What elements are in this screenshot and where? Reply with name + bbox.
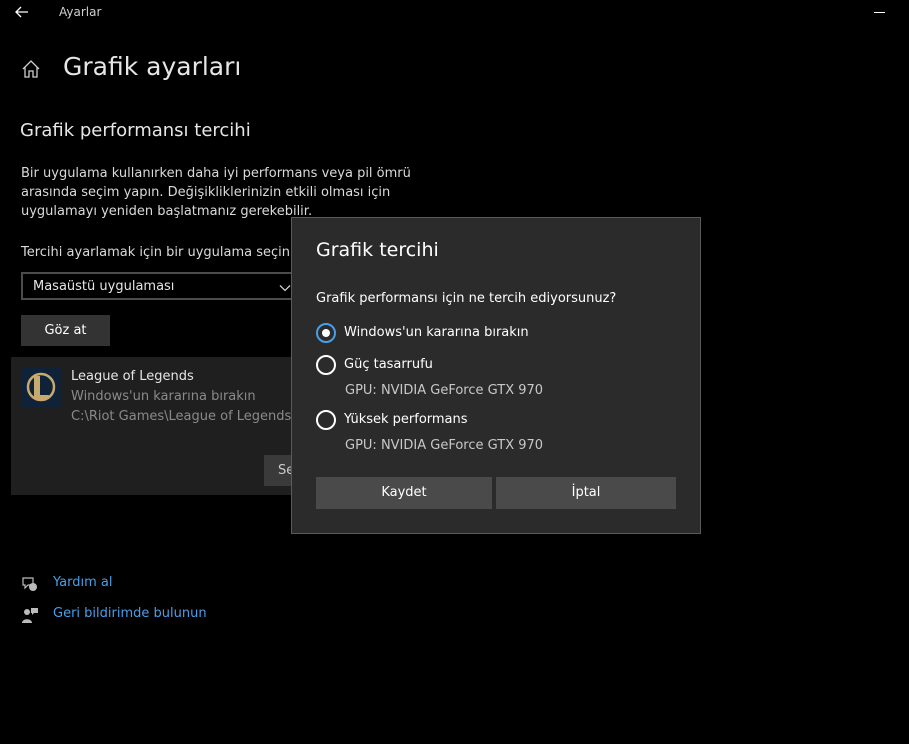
minimize-button[interactable] <box>870 2 890 22</box>
home-icon[interactable] <box>20 58 42 80</box>
dialog-question: Grafik performansı için ne tercih ediyor… <box>316 291 617 306</box>
section-title: Grafik performansı tercihi <box>20 120 251 141</box>
app-path: C:\Riot Games\League of Legends\L <box>71 409 291 424</box>
app-type-label: Tercihi ayarlamak için bir uygulama seçi… <box>21 245 290 260</box>
app-type-value: Masaüstü uygulaması <box>33 279 175 294</box>
app-name: League of Legends <box>71 369 194 384</box>
save-button[interactable]: Kaydet <box>316 477 492 509</box>
radio-label-high-performance: Yüksek performans <box>344 412 468 427</box>
gpu-info-power-saving: GPU: NVIDIA GeForce GTX 970 <box>345 383 544 398</box>
help-icon <box>21 575 39 593</box>
chevron-down-icon <box>278 280 292 294</box>
league-of-legends-icon <box>21 367 61 407</box>
gpu-info-high-performance: GPU: NVIDIA GeForce GTX 970 <box>345 438 544 453</box>
section-description: Bir uygulama kullanırken daha iyi perfor… <box>21 166 411 219</box>
feedback-icon <box>21 606 39 624</box>
browse-button[interactable]: Göz at <box>21 315 110 346</box>
app-preference: Windows'un kararına bırakın <box>71 389 256 404</box>
back-button[interactable] <box>12 2 32 22</box>
app-options-button[interactable]: Se <box>264 455 294 486</box>
back-arrow-icon <box>15 6 28 18</box>
radio-let-windows-decide[interactable] <box>316 323 336 343</box>
help-link[interactable]: Yardım al <box>53 575 112 590</box>
feedback-link[interactable]: Geri bildirimde bulunun <box>53 606 207 621</box>
window-title: Ayarlar <box>59 5 102 19</box>
radio-power-saving[interactable] <box>316 355 336 375</box>
radio-high-performance[interactable] <box>316 410 336 430</box>
radio-label-power-saving: Güç tasarrufu <box>344 357 433 372</box>
page-title: Grafik ayarları <box>63 52 242 81</box>
minimize-icon <box>874 12 885 13</box>
dialog-title: Grafik tercihi <box>316 239 439 261</box>
radio-label-let-windows-decide: Windows'un kararına bırakın <box>344 325 529 340</box>
cancel-button[interactable]: İptal <box>496 477 676 509</box>
